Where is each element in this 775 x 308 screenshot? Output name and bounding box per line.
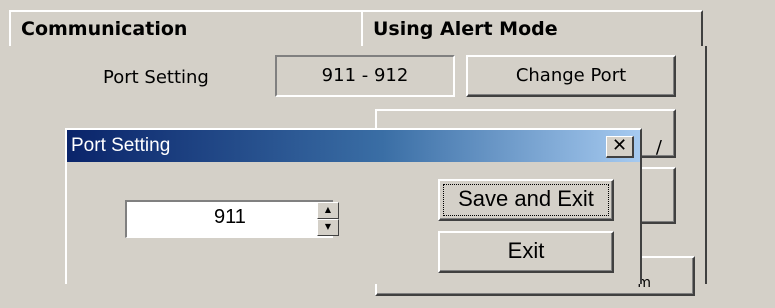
tab-panel-edge [703, 46, 707, 284]
chevron-down-icon: ▼ [324, 222, 332, 231]
tab-communication[interactable]: Communication [9, 10, 361, 46]
port-number-input[interactable]: 911 [125, 200, 333, 238]
close-icon: ✕ [611, 135, 628, 156]
save-and-exit-button[interactable]: Save and Exit [438, 179, 614, 221]
port-value-field: 911 - 912 [275, 55, 455, 97]
close-button[interactable]: ✕ [606, 136, 634, 158]
exit-button[interactable]: Exit [438, 231, 614, 273]
change-port-button[interactable]: Change Port [466, 55, 676, 97]
spin-up-button[interactable]: ▲ [317, 202, 339, 219]
tab-communication-label: Communication [21, 18, 188, 40]
tab-using-alert-mode-label: Using Alert Mode [373, 18, 558, 40]
port-setting-label: Port Setting [103, 67, 209, 88]
port-number-spinner: ▲ ▼ [317, 202, 339, 236]
spin-down-button[interactable]: ▼ [317, 219, 339, 236]
tab-using-alert-mode[interactable]: Using Alert Mode [361, 10, 703, 46]
port-setting-dialog: Port Setting ✕ 911 ▲ ▼ Save and Exit Exi… [65, 128, 642, 284]
dialog-title: Port Setting [71, 135, 171, 156]
dialog-title-bar[interactable]: Port Setting [67, 130, 640, 162]
chevron-up-icon: ▲ [324, 205, 332, 214]
hidden-button-1-text: / [655, 137, 662, 158]
